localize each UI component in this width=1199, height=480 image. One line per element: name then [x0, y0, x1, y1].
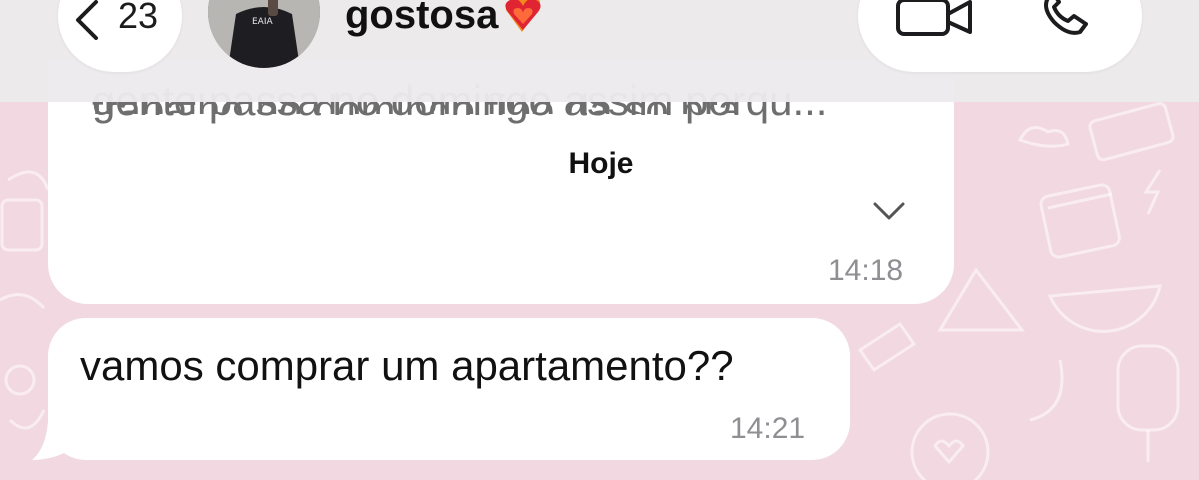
heart-on-fire-icon: [505, 0, 541, 32]
chevron-left-icon[interactable]: [70, 0, 106, 40]
chat-header: 23 EAIA gostosa: [0, 0, 1199, 102]
contact-name[interactable]: gostosa: [345, 0, 546, 38]
message-timestamp: 14:21: [730, 412, 806, 445]
phone-call-icon[interactable]: [1040, 0, 1106, 40]
date-separator: Hoje: [536, 138, 666, 190]
svg-text:EAIA: EAIA: [252, 17, 273, 27]
message-timestamp: 14:18: [828, 254, 904, 287]
calendar-doodle: [1039, 183, 1121, 259]
avatar[interactable]: EAIA: [208, 0, 320, 68]
video-call-icon[interactable]: [896, 0, 974, 38]
unread-count[interactable]: 23: [118, 0, 158, 36]
chevron-down-icon[interactable]: [872, 200, 906, 222]
message-text: vamos comprar um apartamento??: [80, 342, 734, 389]
